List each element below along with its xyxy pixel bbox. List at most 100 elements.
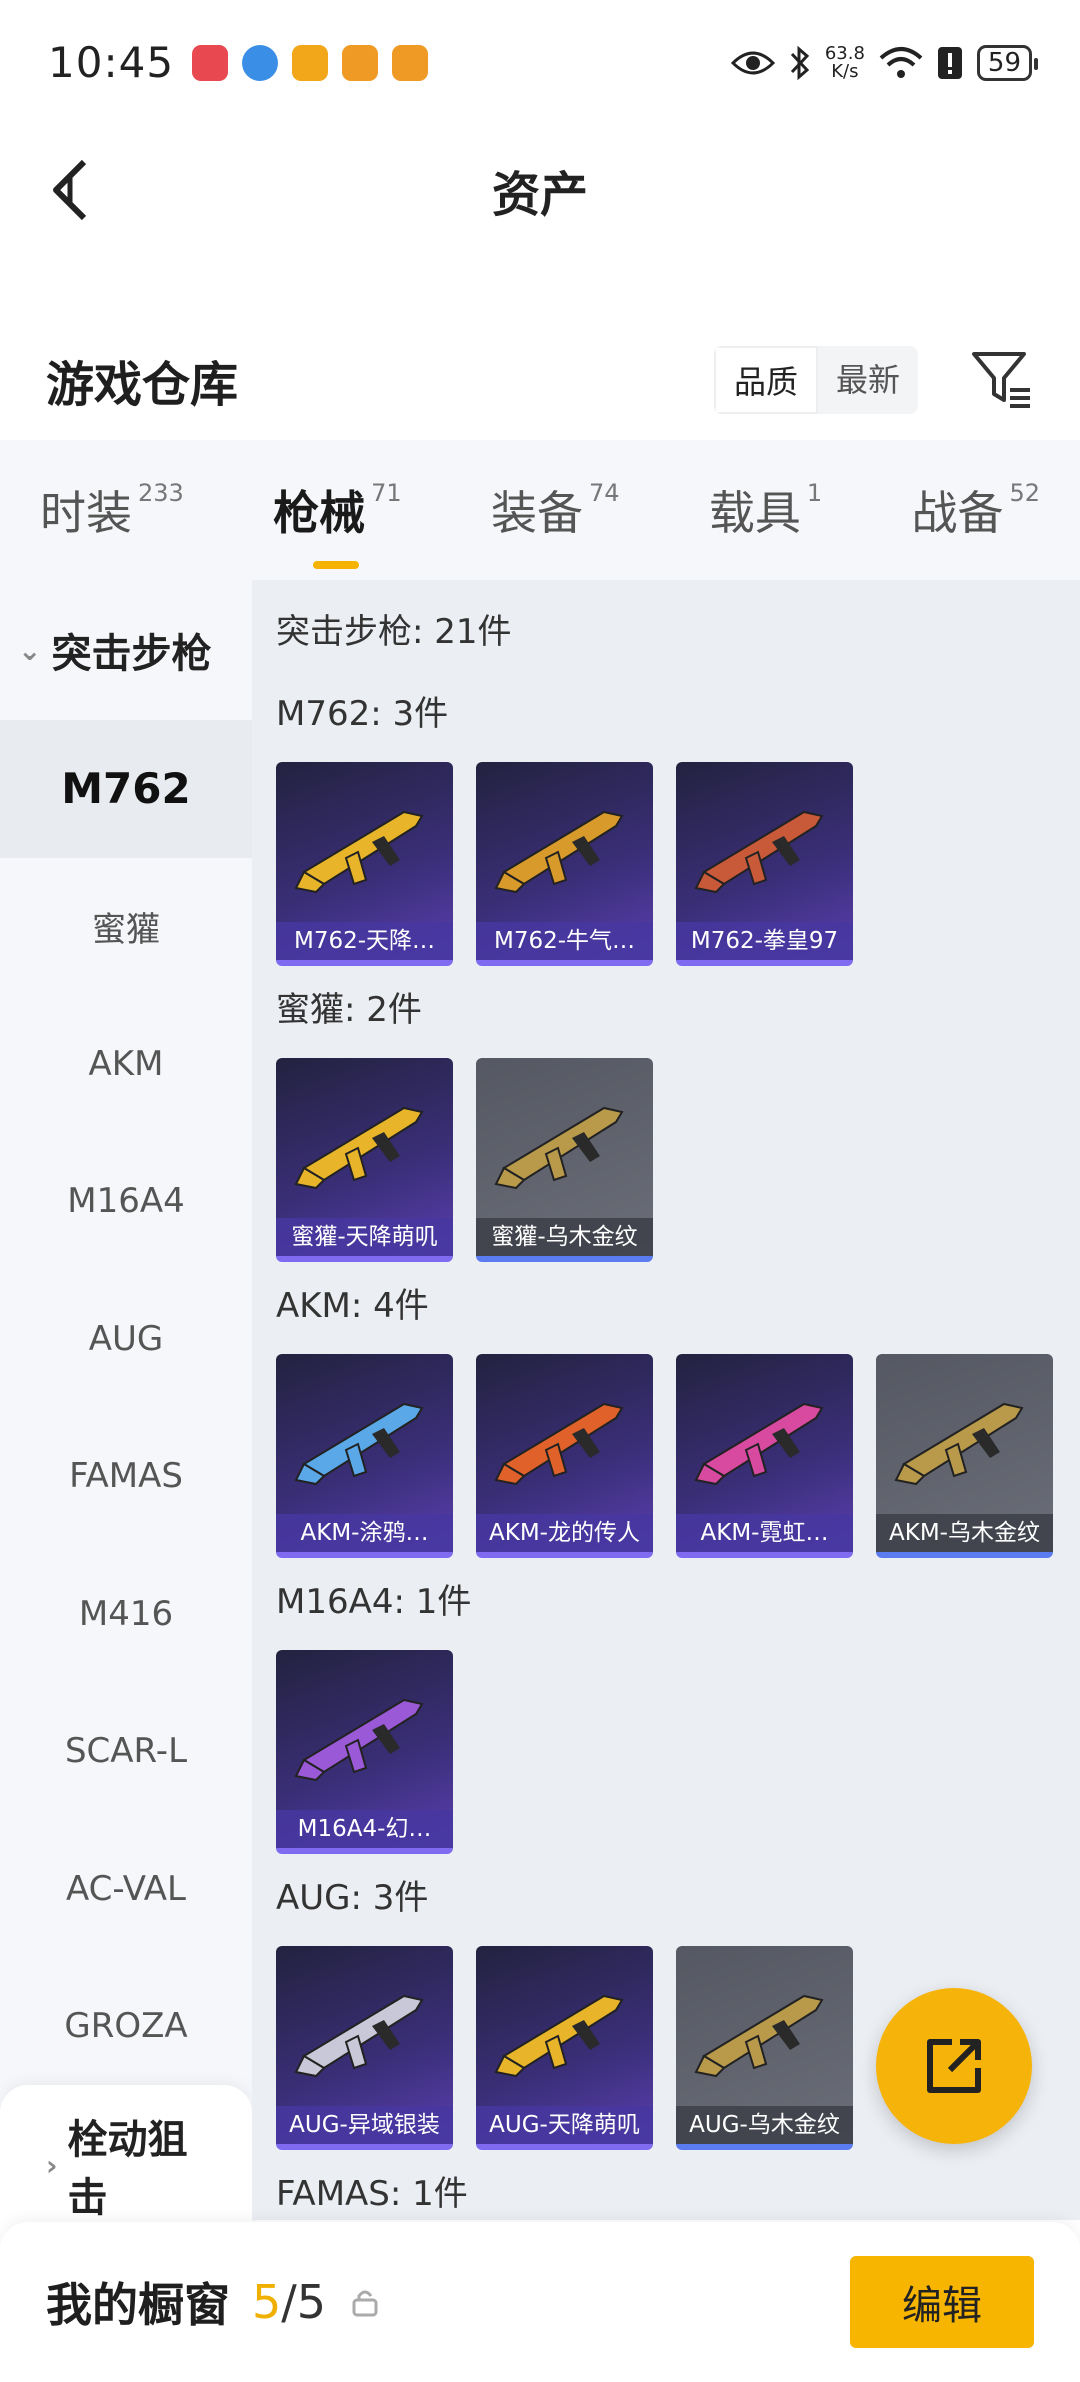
clock: 10:45	[48, 38, 175, 87]
weapon-sidebar: ⌄ 突击步枪 M762 蜜獾 AKM M16A4 AUG FAMAS M416 …	[0, 580, 252, 2245]
skin-name: M16A4-幻…	[276, 1810, 453, 1848]
skin-name: AUG-天降萌叽	[476, 2106, 653, 2144]
sidebar-item-m16a4[interactable]: M16A4	[0, 1133, 252, 1271]
showcase-bar: 我的橱窗 5/5 编辑	[0, 2222, 1080, 2382]
skin-name: 蜜獾-乌木金纹	[476, 1218, 653, 1256]
sidebar-item-m416[interactable]: M416	[0, 1545, 252, 1683]
weapon-grid-panel: 突击步枪: 21件 M762: 3件 M762-天降… M762-牛气… M762-拳…	[252, 580, 1080, 2220]
skin-card[interactable]: AKM-乌木金纹	[876, 1354, 1053, 1558]
skin-card[interactable]: AUG-天降萌叽	[476, 1946, 653, 2150]
top-bar: 资产	[0, 125, 1080, 255]
skin-grid: AKM-涂鸦… AKM-龙的传人 AKM-霓虹… AKM-乌木金纹	[276, 1354, 1053, 1558]
tab-vehicles[interactable]: 载具 1	[709, 477, 822, 543]
skin-card[interactable]: AKM-龙的传人	[476, 1354, 653, 1558]
tab-equipment[interactable]: 装备 74	[491, 477, 620, 543]
sidebar-group-bolt-action[interactable]: › 栓动狙击	[0, 2085, 252, 2245]
skin-name: M762-天降…	[276, 922, 453, 960]
section-heading: M16A4: 1件	[276, 1582, 472, 1622]
skin-card[interactable]: AKM-霓虹…	[676, 1354, 853, 1558]
sidebar-item-scar-l[interactable]: SCAR-L	[0, 1683, 252, 1821]
sort-toggle: 品质 最新	[713, 346, 918, 414]
sidebar-group-assault-rifles[interactable]: ⌄ 突击步枪	[0, 580, 252, 720]
app-notification-icon	[342, 44, 379, 81]
skin-grid: AUG-异域银装 AUG-天降萌叽 AUG-乌木金纹	[276, 1946, 853, 2150]
skin-card[interactable]: AUG-乌木金纹	[676, 1946, 853, 2150]
rifle-icon	[694, 1994, 824, 2078]
warehouse-title: 游戏仓库	[46, 357, 239, 413]
tab-supplies[interactable]: 战备 52	[911, 477, 1040, 543]
sidebar-item-akm[interactable]: AKM	[0, 995, 252, 1133]
active-tab-indicator	[313, 561, 360, 569]
skin-name: AUG-乌木金纹	[676, 2106, 853, 2144]
app-notification-icon	[192, 44, 229, 81]
skin-grid: M762-天降… M762-牛气… M762-拳皇97	[276, 762, 853, 966]
skin-card[interactable]: M762-拳皇97	[676, 762, 853, 966]
share-button[interactable]	[876, 1988, 1032, 2144]
skin-grid: M16A4-幻…	[276, 1650, 453, 1854]
rifle-icon	[294, 1402, 424, 1486]
edit-button[interactable]: 编辑	[850, 2256, 1034, 2348]
skin-name: AKM-龙的传人	[476, 1514, 653, 1552]
warehouse-row: 游戏仓库 品质 最新	[0, 325, 1080, 435]
section-heading: M762: 3件	[276, 694, 449, 734]
sort-quality-button[interactable]: 品质	[713, 346, 818, 414]
sidebar-item-aug[interactable]: AUG	[0, 1270, 252, 1408]
sort-latest-button[interactable]: 最新	[818, 346, 918, 414]
sidebar-item-ac-val[interactable]: AC-VAL	[0, 1820, 252, 1958]
chevron-right-icon: ›	[46, 2148, 58, 2182]
skin-name: M762-拳皇97	[676, 922, 853, 960]
skin-card[interactable]: M16A4-幻…	[276, 1650, 453, 1854]
skin-card[interactable]: M762-牛气…	[476, 762, 653, 966]
system-indicators: 63.8 K/s 59	[730, 42, 1039, 82]
wifi-icon	[879, 46, 923, 78]
category-tabs: 时装 233 枪械 71 装备 74 载具 1 战备 52	[0, 440, 1080, 580]
app-notification-icon	[242, 44, 279, 81]
alert-icon	[937, 46, 962, 79]
app-notification-icon	[392, 44, 429, 81]
skin-grid: 蜜獾-天降萌叽 蜜獾-乌木金纹	[276, 1058, 653, 1262]
section-heading: AKM: 4件	[276, 1286, 429, 1326]
filter-icon[interactable]	[970, 348, 1034, 412]
section-heading: AUG: 3件	[276, 1878, 429, 1918]
sidebar-item-honey-badger[interactable]: 蜜獾	[0, 858, 252, 996]
skin-name: M762-牛气…	[476, 922, 653, 960]
eye-icon	[730, 51, 775, 74]
rifle-icon	[494, 1994, 624, 2078]
section-heading: 蜜獾: 2件	[276, 990, 422, 1030]
skin-name: 蜜獾-天降萌叽	[276, 1218, 453, 1256]
skin-name: AKM-霓虹…	[676, 1514, 853, 1552]
page-title: 资产	[491, 167, 588, 223]
back-button[interactable]	[40, 155, 100, 225]
showcase-count: 5/5	[252, 2275, 327, 2329]
lock-icon	[352, 2290, 378, 2317]
back-arrow-icon	[53, 159, 87, 221]
rifle-icon	[294, 810, 424, 894]
rifle-icon	[294, 1994, 424, 2078]
tab-firearms[interactable]: 枪械 71	[273, 477, 402, 569]
app-notification-icon	[292, 44, 329, 81]
skin-card[interactable]: 蜜獾-乌木金纹	[476, 1058, 653, 1262]
bluetooth-icon	[790, 45, 809, 80]
rifle-icon	[294, 1698, 424, 1782]
rifle-icon	[494, 810, 624, 894]
tab-fashion[interactable]: 时装 233	[40, 477, 184, 543]
notification-icons	[192, 44, 429, 81]
status-bar: 10:45 63.8 K/s 59	[0, 0, 1080, 125]
network-speed: 63.8 K/s	[824, 42, 865, 82]
sidebar-item-famas[interactable]: FAMAS	[0, 1408, 252, 1546]
skin-card[interactable]: AUG-异域银装	[276, 1946, 453, 2150]
chevron-down-icon: ⌄	[18, 633, 42, 667]
skin-card[interactable]: AKM-涂鸦…	[276, 1354, 453, 1558]
battery-indicator: 59	[976, 44, 1039, 81]
rifle-icon	[294, 1106, 424, 1190]
skin-card[interactable]: 蜜獾-天降萌叽	[276, 1058, 453, 1262]
rifle-icon	[494, 1402, 624, 1486]
sidebar-item-groza[interactable]: GROZA	[0, 1958, 252, 2096]
skin-card[interactable]: M762-天降…	[276, 762, 453, 966]
skin-name: AKM-乌木金纹	[876, 1514, 1053, 1552]
summary-heading: 突击步枪: 21件	[276, 612, 512, 652]
section-heading: FAMAS: 1件	[276, 2174, 468, 2214]
share-out-icon	[927, 2039, 981, 2093]
rifle-icon	[694, 1402, 824, 1486]
sidebar-item-m762[interactable]: M762	[0, 720, 252, 858]
